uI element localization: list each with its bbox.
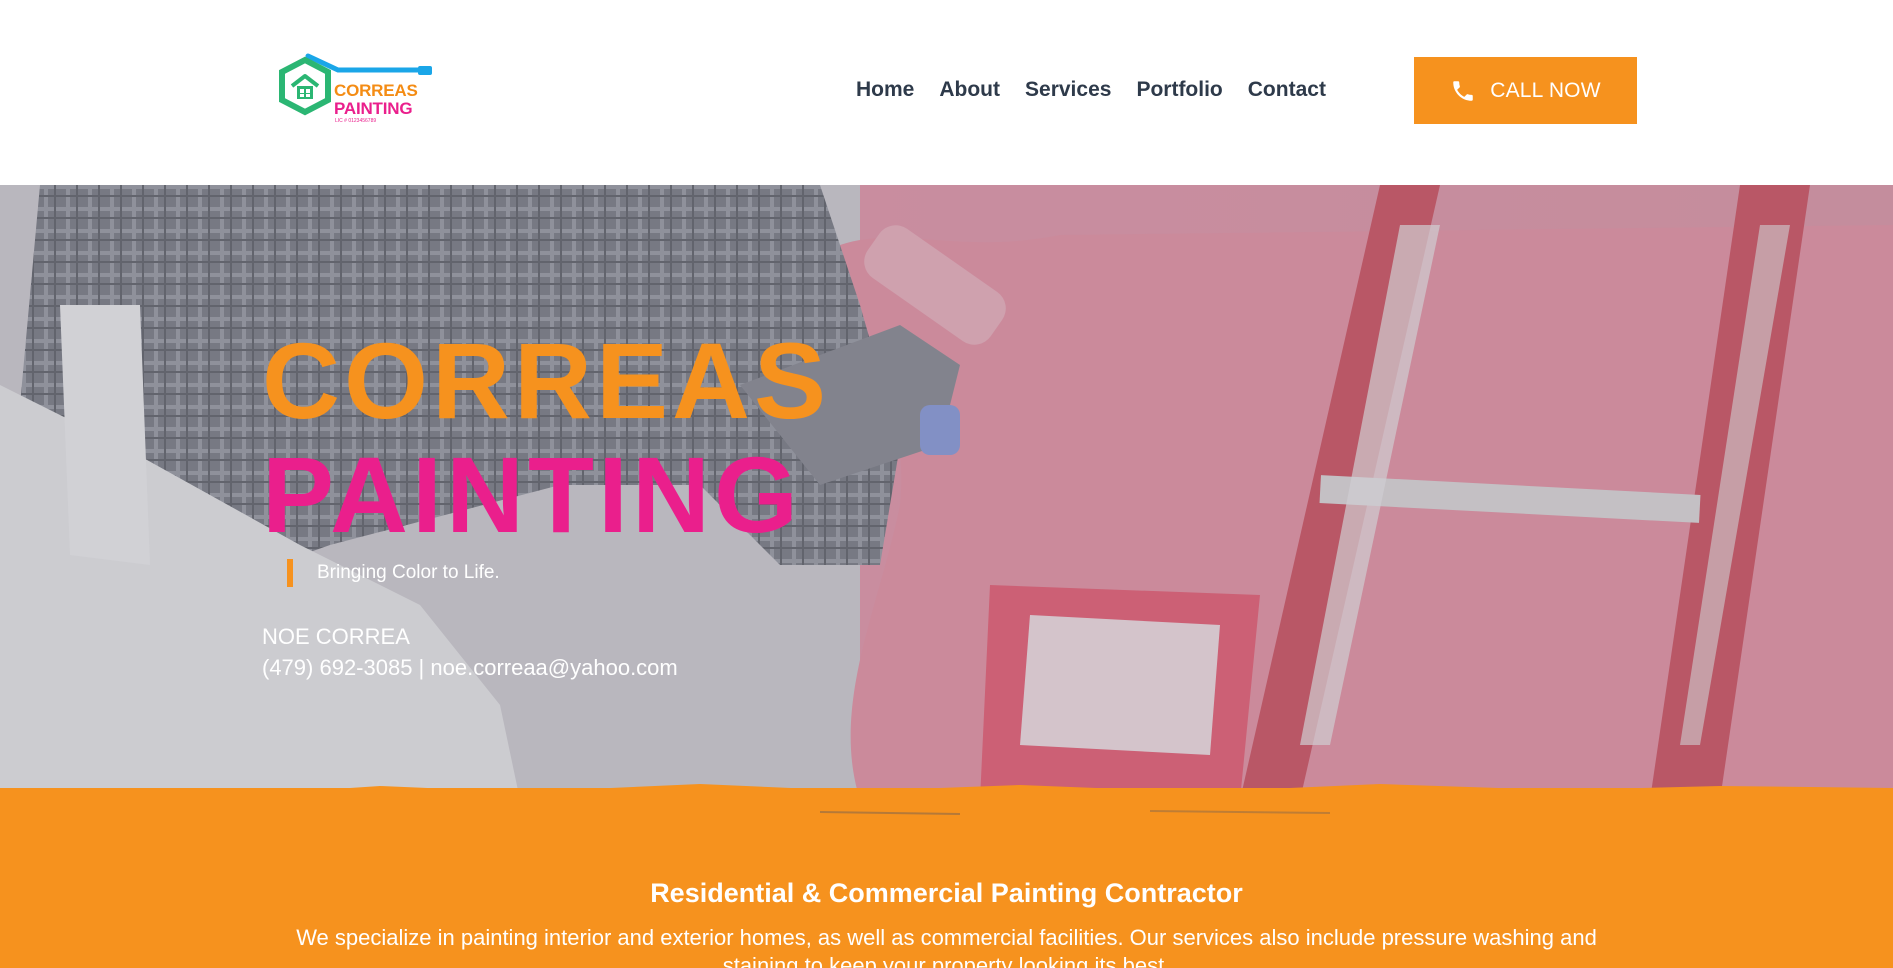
- brush-stroke-divider: [0, 784, 1893, 820]
- company-logo[interactable]: CORREAS PAINTING LIC # 0123456789: [278, 52, 438, 130]
- hero-title-line-1: CORREAS: [262, 320, 831, 441]
- logo-line-2: PAINTING: [334, 99, 413, 118]
- nav-services[interactable]: Services: [1025, 78, 1111, 102]
- hero-section: CORREAS PAINTING Bringing Color to Life.…: [0, 185, 1893, 800]
- site-header: CORREAS PAINTING LIC # 0123456789 Home A…: [0, 0, 1893, 185]
- nav-about[interactable]: About: [939, 78, 1000, 102]
- nav-contact[interactable]: Contact: [1248, 78, 1326, 102]
- intro-heading: Residential & Commercial Painting Contra…: [650, 878, 1243, 908]
- hero-tagline: Bringing Color to Life.: [317, 562, 500, 583]
- intro-description: We specialize in painting interior and e…: [296, 925, 1597, 968]
- call-now-button[interactable]: CALL NOW: [1414, 57, 1637, 124]
- logo-line-1: CORREAS: [334, 81, 418, 100]
- nav-home[interactable]: Home: [856, 78, 914, 102]
- nav-portfolio[interactable]: Portfolio: [1136, 78, 1222, 102]
- logo-license: LIC # 0123456789: [335, 118, 377, 124]
- call-now-label: CALL NOW: [1490, 78, 1601, 102]
- hero-title: CORREAS PAINTING: [262, 327, 830, 549]
- logo-wordmark: CORREAS PAINTING: [334, 82, 418, 118]
- owner-name: NOE CORREA: [262, 624, 410, 649]
- owner-contact-info[interactable]: (479) 692-3085 | noe.correaa@yahoo.com: [262, 652, 678, 683]
- hero-title-line-2: PAINTING: [262, 434, 802, 555]
- owner-contact-block: NOE CORREA (479) 692-3085 | noe.correaa@…: [262, 621, 678, 683]
- tagline-accent-bar: [287, 559, 293, 587]
- main-nav: Home About Services Portfolio Contact: [856, 78, 1326, 102]
- phone-icon: [1453, 80, 1473, 101]
